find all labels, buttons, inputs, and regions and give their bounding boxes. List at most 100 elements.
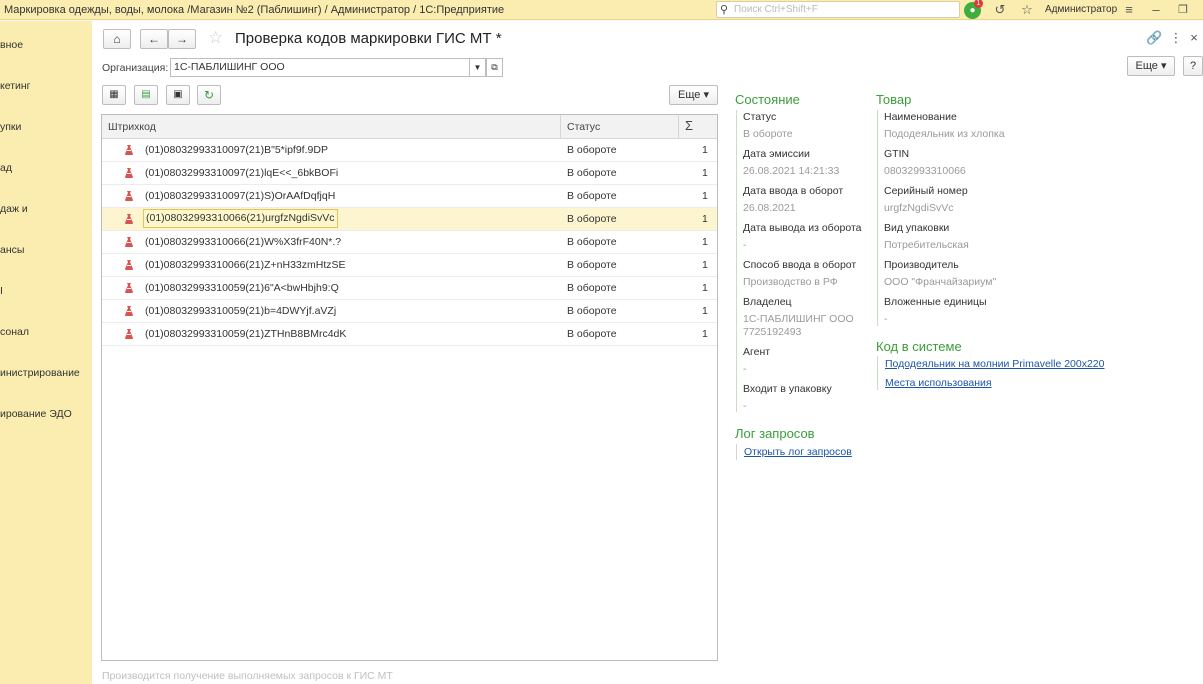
out-circulation-date-label: Дата вывода из оборота <box>743 222 862 234</box>
table-row[interactable]: (01)08032993310059(21)6"A<bwHbjh9:Q В обо… <box>102 277 717 300</box>
org-field[interactable]: 1С-ПАБЛИШИНГ ООО <box>170 58 470 77</box>
sidebar-item-finance[interactable]: ансы <box>0 244 24 256</box>
sidebar-item-warehouse[interactable]: ад <box>0 162 12 174</box>
agent-value: - <box>743 363 747 375</box>
emission-date-value: 26.08.2021 14:21:33 <box>743 165 840 177</box>
page-title: Проверка кодов маркировки ГИС МТ * <box>235 30 502 47</box>
sidebar-item-administration[interactable]: инистрирование <box>0 367 80 379</box>
column-status[interactable]: Статус <box>567 121 600 133</box>
refresh-icon: ↻ <box>203 88 215 102</box>
marking-code-icon <box>125 329 133 339</box>
table-row[interactable]: (01)08032993310097(21)B"5*ipf9f.9DP В обо… <box>102 139 717 162</box>
agent-label: Агент <box>743 346 771 358</box>
emission-date-label: Дата эмиссии <box>743 148 810 160</box>
product-link[interactable]: Пододеяльник на молнии Primavelle 200x22… <box>885 358 1105 370</box>
codes-table: Штрихкод Статус Σ (01)08032993310097(21)… <box>101 114 718 661</box>
sidebar-item-marketing[interactable]: кетинг <box>0 80 31 92</box>
table-row[interactable]: (01)08032993310059(21)b=4DWYjf.aVZj В обо… <box>102 300 717 323</box>
producer-value: ООО "Франчайзариум" <box>884 276 997 288</box>
load-from-file-button[interactable]: ▤ <box>134 85 158 105</box>
table-row[interactable]: (01)08032993310097(21)S)OrAAfDqfjqH В обо… <box>102 185 717 208</box>
system-section-title: Код в системе <box>876 339 962 354</box>
favorite-star-icon[interactable]: ☆ <box>208 28 223 48</box>
more-actions-icon[interactable]: ⋮ <box>1168 30 1184 46</box>
nested-units-label: Вложенные единицы <box>884 296 987 308</box>
marking-code-icon <box>125 260 133 270</box>
table-row[interactable]: (01)08032993310066(21)urgfzNgdiSvVc В обо… <box>102 208 717 231</box>
menu-icon[interactable]: ≡ <box>1121 2 1137 18</box>
org-dropdown-button[interactable]: ▼ <box>469 58 486 77</box>
table-row[interactable]: (01)08032993310059(21)ZTHnB8BMrc4dK В обо… <box>102 323 717 346</box>
package-type-value: Потребительская <box>884 239 969 251</box>
refresh-button[interactable]: ↻ <box>197 85 221 105</box>
sidebar-item-edo[interactable]: ирование ЭДО <box>0 408 72 420</box>
out-circulation-date-value: - <box>743 239 747 251</box>
notifications-badge: 1 <box>974 0 983 8</box>
status-cell: В обороте <box>567 144 617 156</box>
status-cell: В обороте <box>567 167 617 179</box>
barcode-cell: (01)08032993310097(21)B"5*ipf9f.9DP <box>145 144 328 156</box>
barcode-cell: (01)08032993310059(21)6"A<bwHbjh9:Q <box>145 282 339 294</box>
status-message: Производится получение выполняемых запро… <box>102 670 393 682</box>
producer-label: Производитель <box>884 259 959 271</box>
check-codes-button[interactable]: ▣ <box>166 85 190 105</box>
barcode-cell: (01)08032993310066(21)Z+nH33zmHtzSE <box>145 259 346 271</box>
forward-button[interactable]: → <box>168 29 196 49</box>
status-cell: В обороте <box>567 236 617 248</box>
table-row[interactable]: (01)08032993310066(21)W%X3frF40N*.? В обо… <box>102 231 717 254</box>
package-type-label: Вид упаковки <box>884 222 950 234</box>
column-sum[interactable]: Σ <box>685 118 693 133</box>
minimize-icon[interactable]: – <box>1148 2 1164 18</box>
quantity-cell: 1 <box>702 167 708 179</box>
status-value: В обороте <box>743 128 793 140</box>
link-icon[interactable]: 🔗 <box>1146 30 1162 46</box>
status-cell: В обороте <box>567 259 617 271</box>
back-button[interactable]: ← <box>140 29 168 49</box>
sidebar-item-purchases[interactable]: упки <box>0 121 21 133</box>
sidebar-item-sales[interactable]: даж и <box>0 203 28 215</box>
table-row[interactable]: (01)08032993310066(21)Z+nH33zmHtzSE В обо… <box>102 254 717 277</box>
usage-places-link[interactable]: Места использования <box>885 377 992 389</box>
title-bar: Маркировка одежды, воды, молока /Магазин… <box>0 0 1203 20</box>
home-button[interactable]: ⌂ <box>103 29 131 49</box>
sidebar-item-main[interactable]: вное <box>0 39 23 51</box>
restore-icon[interactable]: ❐ <box>1175 2 1191 18</box>
barcode-cell: (01)08032993310066(21)W%X3frF40N*.? <box>145 236 342 248</box>
arrow-left-icon: ← <box>148 32 160 46</box>
favorites-icon[interactable]: ☆ <box>1019 2 1035 18</box>
home-icon: ⌂ <box>113 32 121 46</box>
org-open-button[interactable]: ⧉ <box>486 58 503 77</box>
package-value: - <box>743 400 747 412</box>
status-cell: В обороте <box>567 190 617 202</box>
barcode-cell: (01)08032993310097(21)lqE<<_6bkBOFi <box>145 167 339 179</box>
quantity-cell: 1 <box>702 259 708 271</box>
barcode-cell: (01)08032993310097(21)S)OrAAfDqfjqH <box>145 190 336 202</box>
quantity-cell: 1 <box>702 144 708 156</box>
marking-code-icon <box>125 283 133 293</box>
close-form-icon[interactable]: × <box>1186 30 1202 46</box>
scan-barcode-button[interactable]: ▦ <box>102 85 126 105</box>
table-icon: ▤ <box>141 89 151 100</box>
sidebar-item-unknown[interactable]: I <box>0 285 3 297</box>
barcode-cell: (01)08032993310059(21)b=4DWYjf.aVZj <box>145 305 337 317</box>
input-method-label: Способ ввода в оборот <box>743 259 857 271</box>
owner-value: 1С-ПАБЛИШИНГ ООО <box>743 313 854 325</box>
barcode-icon: ▦ <box>109 89 119 100</box>
table-row[interactable]: (01)08032993310097(21)lqE<<_6bkBOFi В обо… <box>102 162 717 185</box>
owner-inn: 7725192493 <box>743 326 802 338</box>
sidebar-item-personnel[interactable]: сонал <box>0 326 29 338</box>
more-button-top[interactable]: Еще ▾ <box>1127 56 1175 76</box>
quantity-cell: 1 <box>702 328 708 340</box>
more-button[interactable]: Еще ▾ <box>669 85 718 105</box>
marking-code-icon <box>125 145 133 155</box>
open-log-link[interactable]: Открыть лог запросов <box>744 446 852 458</box>
user-name[interactable]: Администратор <box>1045 4 1117 15</box>
help-button[interactable]: ? <box>1183 56 1203 76</box>
quantity-cell: 1 <box>702 282 708 294</box>
global-search[interactable]: ⚲ Поиск Ctrl+Shift+F <box>716 1 960 18</box>
nested-units-value: - <box>884 313 888 325</box>
status-cell: В обороте <box>567 282 617 294</box>
history-icon[interactable]: ↺ <box>992 2 1008 18</box>
column-barcode[interactable]: Штрихкод <box>108 121 156 133</box>
input-method-value: Производство в РФ <box>743 276 838 288</box>
